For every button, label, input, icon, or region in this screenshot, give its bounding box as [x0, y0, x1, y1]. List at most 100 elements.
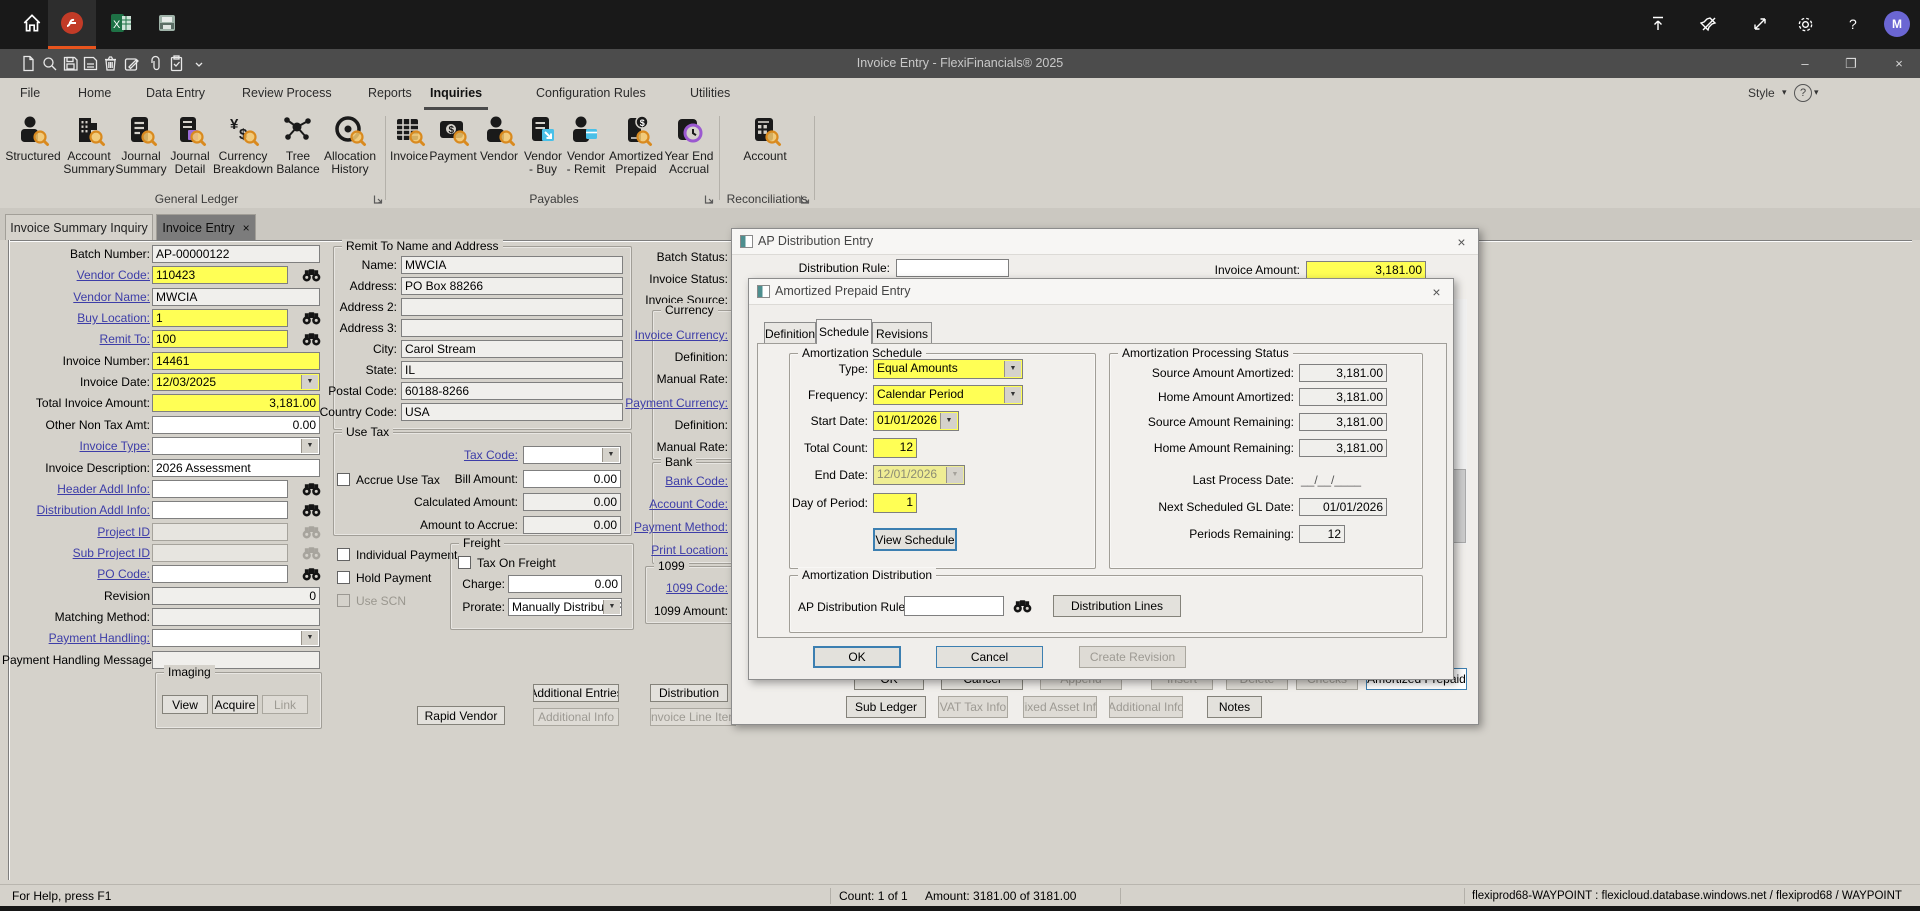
label-po-code-[interactable]: PO Code:	[2, 567, 150, 581]
ribbon-year-end-accrual[interactable]: Year End Accrual	[657, 114, 721, 176]
menu-item-reports[interactable]: Reports	[362, 78, 418, 107]
field-sub-project-id[interactable]	[152, 544, 288, 562]
help-caret-icon[interactable]: ▾	[1814, 87, 1819, 98]
menu-item-utilities[interactable]: Utilities	[684, 78, 736, 107]
field-label[interactable]: Print Location:	[580, 543, 728, 557]
delete-icon[interactable]	[102, 55, 119, 72]
taskbar-app-printer-app[interactable]	[150, 0, 184, 46]
group-dialog-launcher-icon[interactable]	[800, 192, 811, 204]
taskbar-app-home[interactable]	[15, 0, 49, 46]
menu-item-file[interactable]: File	[14, 78, 46, 107]
search-icon[interactable]	[41, 55, 58, 72]
field-next-scheduled-gl-date-[interactable]: 01/01/2026	[1299, 498, 1387, 516]
label-payment-handling-[interactable]: Payment Handling:	[2, 631, 150, 645]
pin-off-icon[interactable]	[1695, 10, 1723, 38]
cancel-button[interactable]: Cancel	[936, 646, 1043, 668]
field-invoice-description-[interactable]: 2026 Assessment	[152, 459, 320, 477]
invoice-amount-field[interactable]: 3,181.00	[1306, 261, 1426, 279]
ribbon-account[interactable]: Account	[737, 114, 794, 163]
help-icon[interactable]: ?	[1839, 10, 1867, 38]
upload-icon[interactable]	[1644, 10, 1672, 38]
more-caret-icon[interactable]	[191, 55, 208, 72]
label-vendor-name-[interactable]: Vendor Name:	[2, 290, 150, 304]
chevron-down-icon[interactable]: ▼	[301, 439, 318, 453]
chevron-down-icon[interactable]: ▼	[1004, 387, 1021, 403]
binoculars-lookup-icon[interactable]	[1013, 599, 1032, 613]
menu-item-inquiries[interactable]: Inquiries	[424, 78, 489, 110]
field-invoice-type-[interactable]: ▼	[152, 437, 320, 455]
additional-entries-button[interactable]: Additional Entries	[533, 684, 619, 702]
label-buy-location-[interactable]: Buy Location:	[2, 311, 150, 325]
field-header-addl-info-[interactable]	[152, 480, 288, 498]
close-icon[interactable]: ×	[1453, 233, 1470, 250]
style-caret-icon[interactable]: ▾	[1782, 87, 1787, 98]
field-remit-to-[interactable]: 100	[152, 330, 288, 348]
field-day-of-period-[interactable]: 1	[873, 493, 917, 513]
menubar-help-icon[interactable]: ?	[1794, 84, 1812, 102]
dialog-tab-definition[interactable]: Definition	[764, 322, 816, 344]
save-icon[interactable]	[62, 55, 79, 72]
field-label[interactable]: Payment Currency:	[580, 396, 728, 410]
field-source-amount-amortized-[interactable]: 3,181.00	[1299, 364, 1387, 382]
field-source-amount-remaining-[interactable]: 3,181.00	[1299, 413, 1387, 431]
label-header-addl-info-[interactable]: Header Addl Info:	[2, 482, 150, 496]
checkbox-hold-payment[interactable]	[337, 571, 350, 584]
label-sub-project-id[interactable]: Sub Project ID	[2, 546, 150, 560]
attach-icon[interactable]	[147, 55, 164, 72]
checkbox-individual-payment[interactable]	[337, 548, 350, 561]
imaging-view-button[interactable]: View	[162, 695, 208, 714]
new-document-icon[interactable]	[20, 55, 37, 72]
ribbon-account-summary[interactable]: Account Summary	[61, 114, 118, 176]
distribution-rule-field[interactable]	[896, 259, 1009, 277]
chevron-down-icon[interactable]: ▼	[301, 631, 318, 645]
field-vendor-code-[interactable]: 110423	[152, 266, 288, 284]
field-batch-number-[interactable]: AP-00000122	[152, 245, 320, 263]
field-vendor-name-[interactable]: MWCIA	[152, 288, 320, 306]
tab-close-icon[interactable]: ×	[243, 221, 250, 235]
label-distribution-addl-info-[interactable]: Distribution Addl Info:	[2, 503, 150, 517]
style-menu-label[interactable]: Style	[1748, 86, 1775, 100]
binoculars-lookup-icon[interactable]	[302, 503, 321, 517]
field-po-code-[interactable]	[152, 565, 288, 583]
distribution-lines-button[interactable]: Distribution Lines	[1053, 595, 1181, 617]
field-periods-remaining-[interactable]: 12	[1299, 525, 1345, 543]
field-label[interactable]: 1099 Code:	[580, 581, 728, 595]
taskbar-app-flexi-app[interactable]	[48, 0, 96, 49]
dialog-titlebar[interactable]: Amortized Prepaid Entry ×	[749, 279, 1453, 305]
minimize-button[interactable]: –	[1790, 53, 1820, 74]
field-payment-handling-[interactable]: ▼	[152, 629, 320, 647]
group-dialog-launcher-icon[interactable]	[373, 192, 384, 204]
field-label[interactable]: Tax Code:	[370, 448, 518, 462]
ok-button[interactable]: OK	[813, 646, 901, 668]
field-home-amount-amortized-[interactable]: 3,181.00	[1299, 388, 1387, 406]
field-total-count-[interactable]: 12	[873, 438, 917, 458]
tasks-icon[interactable]	[168, 55, 185, 72]
chevron-down-icon[interactable]: ▼	[1004, 361, 1021, 377]
ap-distribution-rule-field[interactable]	[904, 596, 1004, 616]
binoculars-lookup-icon[interactable]	[302, 567, 321, 581]
tab-invoice-entry[interactable]: Invoice Entry ×	[156, 214, 256, 240]
field-type-[interactable]: Equal Amounts ▼	[873, 359, 1023, 379]
label-project-id[interactable]: Project ID	[2, 525, 150, 539]
label-invoice-type-[interactable]: Invoice Type:	[2, 439, 151, 453]
menu-item-configuration-rules[interactable]: Configuration Rules	[530, 78, 652, 107]
field-home-amount-remaining-[interactable]: 3,181.00	[1299, 439, 1387, 457]
chevron-down-icon[interactable]: ▼	[940, 413, 957, 429]
field-start-date-[interactable]: 01/01/2026 ▼	[873, 411, 959, 431]
scrollbar-thumb[interactable]	[1453, 469, 1466, 543]
expand-icon[interactable]	[1746, 10, 1774, 38]
chevron-down-icon[interactable]: ▼	[946, 467, 963, 483]
ribbon-currency-breakdown[interactable]: ¥ $ Currency Breakdown	[208, 114, 279, 176]
field-end-date-[interactable]: 12/01/2026 ▼	[873, 465, 965, 485]
settings-icon[interactable]	[1791, 10, 1819, 38]
group-dialog-launcher-icon[interactable]	[704, 192, 715, 204]
field-total-invoice-amount-[interactable]: 3,181.00	[152, 394, 320, 412]
field-label[interactable]: Payment Method:	[580, 520, 728, 534]
close-button[interactable]: ×	[1884, 53, 1914, 74]
field-buy-location-[interactable]: 1	[152, 309, 288, 327]
rapid-vendor-button[interactable]: Rapid Vendor	[417, 706, 505, 725]
accrue-use-tax-checkbox[interactable]	[337, 473, 350, 486]
tab-invoice-summary-inquiry[interactable]: Invoice Summary Inquiry	[5, 214, 153, 240]
field-revision[interactable]: 0	[152, 587, 320, 605]
tax-on-freight-checkbox[interactable]	[458, 556, 471, 569]
